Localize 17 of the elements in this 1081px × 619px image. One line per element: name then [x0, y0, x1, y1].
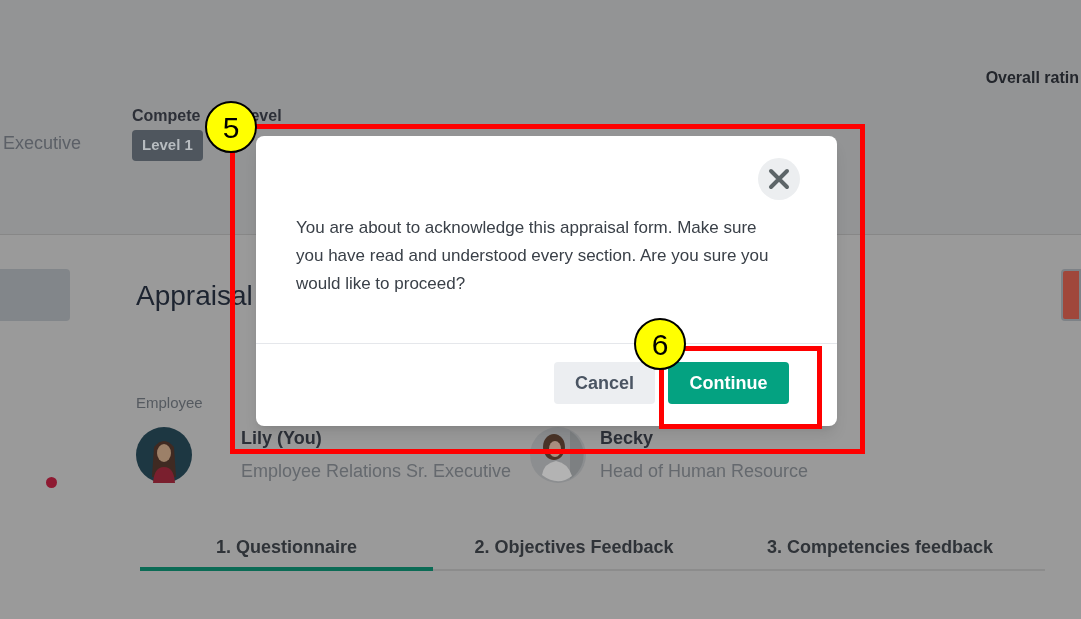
continue-button[interactable]: Continue: [668, 362, 789, 404]
action-button[interactable]: [1061, 269, 1081, 321]
tab[interactable]: 3. Competencies feedback: [715, 528, 1045, 571]
tab[interactable]: 1. Questionnaire: [140, 528, 433, 571]
person-name: Lily (You): [241, 426, 323, 450]
employee-label: Employee: [136, 393, 203, 413]
overall-rating-label: Overall ratin: [985, 68, 1079, 88]
dialog-message: You are about to acknowledge this appraisal form. Make sure you have read and understood every section. Are you sure you would like to proceed?: [296, 217, 770, 295]
close-button[interactable]: [758, 158, 800, 200]
person-name: Becky: [600, 426, 655, 450]
competency-label: Compete: [132, 106, 201, 126]
close-icon: [768, 168, 790, 190]
tab[interactable]: 2. Objectives Feedback: [433, 528, 715, 571]
level-badge: Level 1: [132, 130, 203, 161]
back-button[interactable]: [0, 269, 70, 321]
cancel-button[interactable]: Cancel: [554, 362, 655, 404]
avatar-icon: [136, 426, 192, 483]
